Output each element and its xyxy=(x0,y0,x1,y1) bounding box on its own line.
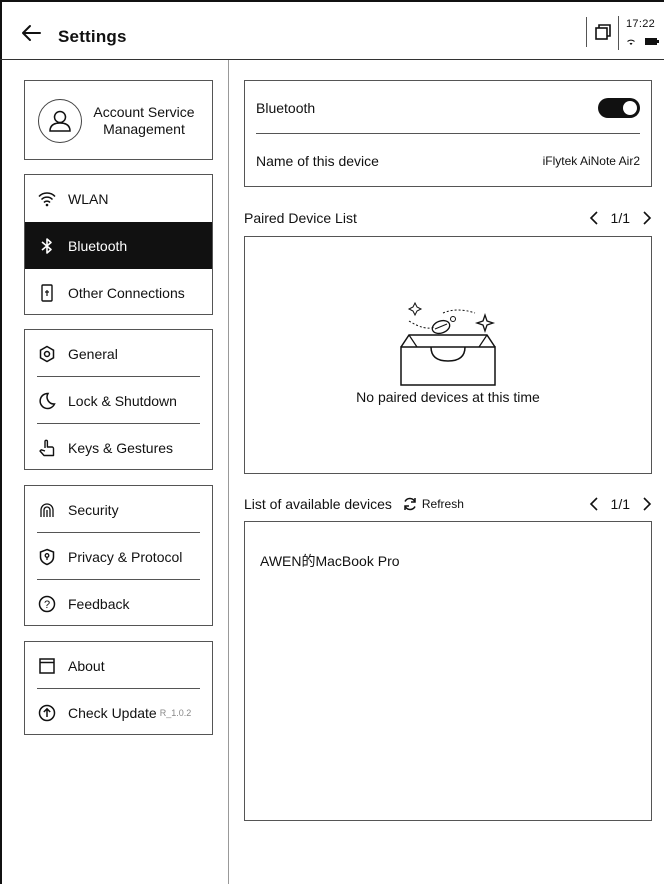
system-group: General Lock & Shutdown Keys & Gestures xyxy=(24,329,213,470)
refresh-icon xyxy=(404,497,416,511)
sidebar-item-lock-shutdown[interactable]: Lock & Shutdown xyxy=(25,377,212,424)
refresh-label: Refresh xyxy=(421,497,464,511)
sidebar-item-label: Security xyxy=(68,501,119,518)
paired-section-title: Paired Device List xyxy=(244,210,357,226)
sidebar-item-general[interactable]: General xyxy=(25,330,212,377)
sidebar-item-feedback[interactable]: ? Feedback xyxy=(25,580,212,627)
svg-text:?: ? xyxy=(44,599,50,611)
available-devices-list: AWEN的MacBook Pro xyxy=(244,521,652,821)
sidebar-item-privacy-protocol[interactable]: Privacy & Protocol xyxy=(25,533,212,580)
empty-box-illustration xyxy=(400,301,496,386)
shield-icon xyxy=(38,548,56,566)
sidebar-item-security[interactable]: Security xyxy=(25,486,212,533)
clock: 17:22 xyxy=(626,18,656,30)
sidebar-item-label: Check Update xyxy=(68,704,157,721)
sidebar-item-label: General xyxy=(68,345,118,362)
window-switch-button[interactable] xyxy=(586,17,616,47)
bluetooth-icon xyxy=(38,237,56,255)
chevron-left-icon[interactable] xyxy=(589,497,599,511)
status-icons xyxy=(627,38,659,45)
empty-state-text: No paired devices at this time xyxy=(356,389,540,405)
sidebar-item-check-update[interactable]: Check Update R_1.0.2 xyxy=(25,689,212,736)
sidebar-item-label: Lock & Shutdown xyxy=(68,392,177,409)
device-name-value: iFlytek AiNote Air2 xyxy=(542,153,640,168)
sidebar-item-other-connections[interactable]: Other Connections xyxy=(25,269,212,316)
connections-group: WLAN Bluetooth Other Connections xyxy=(24,174,213,315)
chevron-left-icon[interactable] xyxy=(589,211,599,225)
bluetooth-settings-card: Bluetooth Name of this device iFlytek Ai… xyxy=(244,80,652,187)
refresh-button[interactable]: Refresh xyxy=(402,496,464,512)
available-section-header: List of available devices Refresh 1/1 xyxy=(244,494,652,514)
account-service-card[interactable]: Account Service Management xyxy=(24,80,213,160)
device-name-row[interactable]: Name of this device iFlytek AiNote Air2 xyxy=(245,134,651,187)
status-area: 17:22 xyxy=(618,16,664,50)
user-avatar-icon xyxy=(38,99,82,143)
sidebar-item-label: Bluetooth xyxy=(68,237,128,254)
bluetooth-toggle[interactable] xyxy=(598,97,640,118)
about-group: About Check Update R_1.0.2 xyxy=(24,641,213,735)
device-name-label: Name of this device xyxy=(256,152,379,169)
security-group: Security Privacy & Protocol ? Feedback xyxy=(24,485,213,626)
page-title: Settings xyxy=(58,27,127,46)
available-section-title: List of available devices xyxy=(244,496,392,512)
wifi-icon xyxy=(38,190,56,208)
back-arrow-icon[interactable] xyxy=(20,22,42,44)
sidebar-item-keys-gestures[interactable]: Keys & Gestures xyxy=(25,424,212,471)
top-bar: Settings 17:22 xyxy=(0,0,664,60)
battery-icon xyxy=(645,38,659,45)
fingerprint-icon xyxy=(38,501,56,519)
sidebar-item-label: About xyxy=(68,657,105,674)
bluetooth-label: Bluetooth xyxy=(256,99,316,116)
sidebar-item-wlan[interactable]: WLAN xyxy=(25,175,212,222)
chevron-right-icon[interactable] xyxy=(642,497,652,511)
sidebar-item-about[interactable]: About xyxy=(25,642,212,689)
phone-link-icon xyxy=(38,283,56,302)
hand-pointer-icon xyxy=(38,439,56,457)
sidebar-item-label: Privacy & Protocol xyxy=(68,548,183,565)
help-circle-icon: ? xyxy=(38,595,56,613)
chevron-right-icon[interactable] xyxy=(642,211,652,225)
panel-divider xyxy=(228,60,229,884)
window-stack-icon xyxy=(595,24,611,40)
moon-icon xyxy=(38,392,56,410)
sidebar-item-label: Other Connections xyxy=(68,284,185,301)
bluetooth-toggle-row: Bluetooth xyxy=(245,81,651,134)
paired-section-header: Paired Device List 1/1 xyxy=(244,208,652,228)
info-box-icon xyxy=(38,657,56,675)
paired-devices-list: No paired devices at this time xyxy=(244,236,652,474)
upload-circle-icon xyxy=(38,704,56,722)
available-pager: 1/1 xyxy=(589,496,652,512)
sidebar-item-bluetooth[interactable]: Bluetooth xyxy=(25,222,212,269)
account-service-label: Account Service Management xyxy=(93,104,195,137)
paired-page-indicator: 1/1 xyxy=(610,210,630,226)
list-item-device[interactable]: AWEN的MacBook Pro xyxy=(260,551,400,571)
available-page-indicator: 1/1 xyxy=(610,496,630,512)
version-label: R_1.0.2 xyxy=(159,707,192,718)
sidebar-item-label: Feedback xyxy=(68,595,130,612)
sidebar-item-label: WLAN xyxy=(68,190,109,207)
hexagon-settings-icon xyxy=(38,345,56,363)
sidebar-item-label: Keys & Gestures xyxy=(68,439,174,456)
paired-pager: 1/1 xyxy=(589,210,652,226)
wifi-status-icon xyxy=(627,39,635,45)
